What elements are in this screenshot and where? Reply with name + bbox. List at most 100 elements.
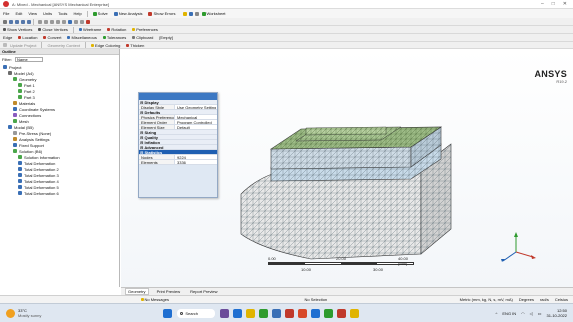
mesh-details-panel: ⊟ Display Display Style Use Geometry Setti… bbox=[138, 92, 218, 198]
maximize-button[interactable]: □ bbox=[552, 1, 555, 7]
tab-print-preview[interactable]: Print Preview bbox=[155, 289, 183, 295]
language-indicator[interactable]: ENG IN bbox=[502, 311, 516, 316]
report-icon[interactable] bbox=[188, 11, 193, 16]
edge-select-icon[interactable] bbox=[15, 19, 19, 24]
tolerances-label: Tolerances bbox=[106, 35, 127, 40]
edge-coloring-dropdown[interactable]: Edge Coloring bbox=[88, 43, 123, 48]
close-vertices-button[interactable]: Close Vertices bbox=[35, 27, 71, 32]
rotation-button[interactable]: Rotation bbox=[104, 27, 129, 32]
thicken-icon bbox=[126, 43, 130, 47]
convert-label: Convert bbox=[47, 35, 62, 40]
wifi-icon[interactable]: ◠ bbox=[521, 311, 525, 316]
workbench-app-icon[interactable] bbox=[350, 308, 360, 318]
tree-item-label: Part 2 bbox=[24, 88, 35, 94]
file-explorer-icon[interactable] bbox=[246, 308, 256, 318]
whatsapp-icon[interactable] bbox=[324, 308, 334, 318]
show-vertices-button[interactable]: Show Vertices bbox=[0, 27, 35, 32]
probe-icon[interactable] bbox=[182, 11, 187, 16]
close-button[interactable]: ✕ bbox=[563, 1, 567, 7]
chrome-icon[interactable] bbox=[259, 308, 269, 318]
view-tabs: Geometry Print Preview Report Preview bbox=[121, 287, 573, 295]
weather-widget[interactable]: 33°C Mostly sunny bbox=[6, 308, 41, 318]
menu-units[interactable]: Units bbox=[40, 11, 55, 16]
pan-icon[interactable] bbox=[44, 19, 48, 24]
details-value: Program Controlled bbox=[177, 120, 212, 124]
clipboard-dropdown[interactable]: Clipboard bbox=[129, 35, 156, 40]
minimize-button[interactable]: – bbox=[541, 1, 544, 7]
iso-view-icon[interactable] bbox=[68, 19, 72, 24]
windows-start-icon[interactable] bbox=[163, 308, 173, 318]
tree-item-icon bbox=[18, 83, 22, 87]
select-icon[interactable] bbox=[3, 19, 7, 24]
scale-label-30: 30.00 bbox=[373, 267, 384, 272]
tray-chevron-icon[interactable]: ^ bbox=[496, 311, 498, 316]
details-value: 9224 bbox=[177, 155, 186, 159]
clock[interactable]: 12:50 31-10-2022 bbox=[547, 308, 567, 318]
menu-help[interactable]: Help bbox=[70, 11, 84, 16]
edge-browser-icon[interactable] bbox=[233, 308, 243, 318]
tree-item-icon bbox=[13, 77, 17, 81]
update-project-button[interactable]: Update Project bbox=[7, 43, 39, 48]
menu-view[interactable]: View bbox=[25, 11, 40, 16]
teams-icon[interactable] bbox=[311, 308, 321, 318]
face-select-icon[interactable] bbox=[21, 19, 25, 24]
box-zoom-icon[interactable] bbox=[56, 19, 60, 24]
details-key: Nodes bbox=[139, 155, 175, 159]
graphics-toggle-icon[interactable] bbox=[86, 19, 90, 24]
mail-icon[interactable] bbox=[285, 308, 295, 318]
menu-edit[interactable]: Edit bbox=[12, 11, 25, 16]
next-view-icon[interactable] bbox=[80, 19, 84, 24]
office-icon[interactable] bbox=[298, 308, 308, 318]
thicken-button[interactable]: Thicken bbox=[123, 43, 147, 48]
tree-item-icon bbox=[18, 89, 22, 93]
messages-status[interactable]: No Messages bbox=[138, 297, 172, 302]
zoom-fit-icon[interactable] bbox=[62, 19, 66, 24]
filter-dropdown[interactable]: Name bbox=[15, 56, 43, 62]
new-analysis-button[interactable]: New Analysis bbox=[111, 11, 146, 16]
solve-button[interactable]: Solve bbox=[90, 11, 111, 16]
ansys-app-icon[interactable] bbox=[337, 308, 347, 318]
tree-item-label: Total Deformation 5 bbox=[24, 184, 59, 190]
body-select-icon[interactable] bbox=[27, 19, 31, 24]
details-key: Display Style bbox=[139, 105, 175, 109]
search-icon bbox=[180, 311, 184, 315]
edge-coloring-label: Edge Coloring bbox=[94, 42, 121, 48]
tree-item-label: Mesh bbox=[19, 118, 29, 124]
battery-icon[interactable]: ▭ bbox=[538, 311, 542, 316]
menu-file[interactable]: File bbox=[0, 11, 12, 16]
rotate-icon[interactable] bbox=[38, 19, 42, 24]
tree-item-label: Total Deformation 3 bbox=[24, 172, 59, 178]
menu-tools[interactable]: Tools bbox=[55, 11, 70, 16]
rads-status: rad/s bbox=[539, 297, 549, 302]
location-dropdown[interactable]: Location bbox=[15, 35, 40, 40]
tree-item-icon bbox=[18, 167, 22, 171]
zoom-icon[interactable] bbox=[50, 19, 54, 24]
taskbar-search[interactable]: Search bbox=[177, 308, 216, 318]
store-icon[interactable] bbox=[272, 308, 282, 318]
edge-dropdown[interactable]: Edge bbox=[0, 35, 15, 40]
details-row[interactable]: Elements 3336 bbox=[139, 160, 217, 165]
previous-view-icon[interactable] bbox=[74, 19, 78, 24]
worksheet-button[interactable]: Worksheet bbox=[199, 11, 229, 16]
preferences-button[interactable]: Preferences bbox=[129, 27, 161, 32]
show-errors-button[interactable]: Show Errors bbox=[145, 11, 178, 16]
miscellaneous-dropdown[interactable]: Miscellaneous bbox=[64, 35, 99, 40]
tree-item[interactable]: Total Deformation 6 bbox=[0, 190, 119, 196]
wireframe-button[interactable]: Wireframe bbox=[76, 27, 104, 32]
task-view-icon[interactable] bbox=[220, 308, 230, 318]
tree-item-label: Part 3 bbox=[24, 94, 35, 100]
clock-date: 31-10-2022 bbox=[546, 313, 567, 318]
tree-item-icon bbox=[13, 113, 17, 117]
selection-status: No Selection bbox=[304, 297, 328, 302]
tolerances-dropdown[interactable]: Tolerances bbox=[100, 35, 129, 40]
worksheet-label: Worksheet bbox=[206, 11, 226, 16]
tree-item-icon bbox=[13, 101, 17, 105]
tab-geometry[interactable]: Geometry bbox=[125, 288, 149, 295]
vertex-select-icon[interactable] bbox=[9, 19, 13, 24]
clipboard-state: [Empty] bbox=[159, 35, 173, 40]
tab-report-preview[interactable]: Report Preview bbox=[188, 289, 219, 295]
search-label: Search bbox=[185, 310, 199, 316]
convert-dropdown[interactable]: Convert bbox=[40, 35, 64, 40]
volume-icon[interactable]: ◁ bbox=[530, 311, 533, 316]
edge-coloring-icon bbox=[90, 43, 94, 47]
